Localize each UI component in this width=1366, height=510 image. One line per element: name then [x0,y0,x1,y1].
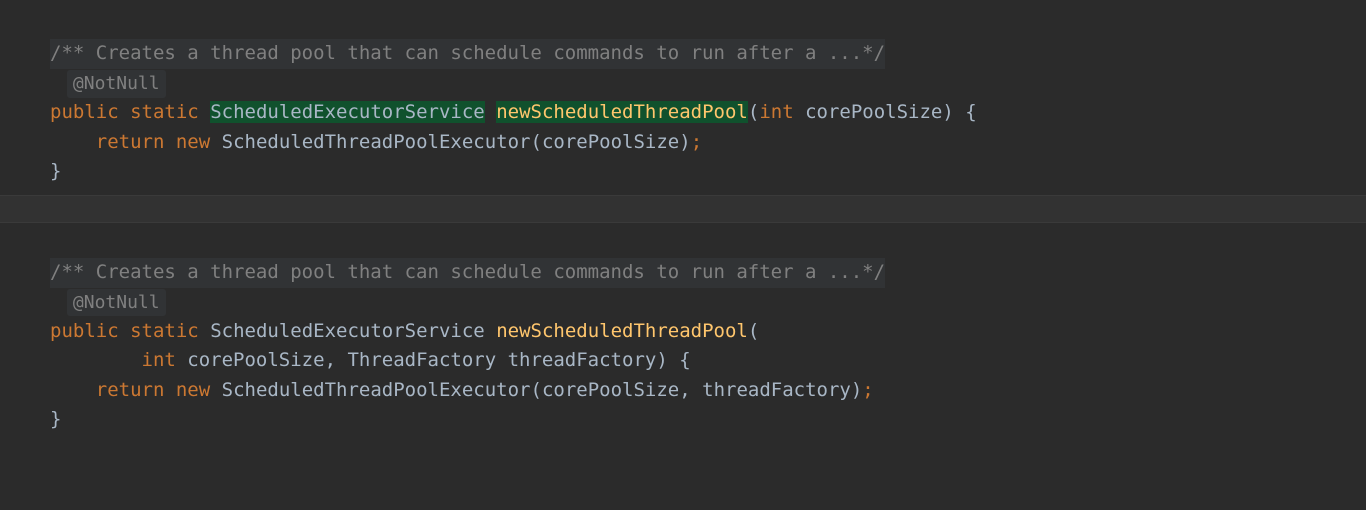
close-brace: } [50,160,61,182]
keyword-return: return [96,131,165,153]
keyword-new: new [176,379,210,401]
annotation-notnull: @NotNull [67,289,166,317]
arg-name: corePoolSize [542,131,679,153]
arg2-name: threadFactory [702,379,851,401]
method-name: newScheduledThreadPool [496,101,748,123]
param2-type: ThreadFactory [347,349,496,371]
keyword-new: new [176,131,210,153]
arg-open: ( [531,131,542,153]
keyword-return: return [96,379,165,401]
arg1-name: corePoolSize [542,379,679,401]
keyword-public: public [50,101,119,123]
lparen: ( [748,320,759,342]
rparen-brace: ) { [942,101,976,123]
method-name: newScheduledThreadPool [496,320,748,342]
param1-name: corePoolSize [176,349,325,371]
rparen-brace: ) { [656,349,690,371]
keyword-static: static [130,320,199,342]
constructor-name: ScheduledThreadPoolExecutor [222,379,531,401]
method-separator [0,195,1366,223]
lparen: ( [748,101,759,123]
semicolon: ; [862,379,873,401]
semicolon: ; [691,131,702,153]
constructor-name: ScheduledThreadPoolExecutor [222,131,531,153]
close-brace: } [50,408,61,430]
arg-close: ) [851,379,862,401]
annotation-notnull: @NotNull [67,70,166,98]
param-name: corePoolSize [794,101,943,123]
comma-arg: , [679,379,702,401]
return-type: ScheduledExecutorService [210,101,485,123]
return-type: ScheduledExecutorService [210,320,485,342]
keyword-static: static [130,101,199,123]
arg-close: ) [679,131,690,153]
param-type-int: int [759,101,793,123]
doc-comment: /** Creates a thread pool that can sched… [50,39,885,68]
comma: , [325,349,348,371]
arg-open: ( [531,379,542,401]
code-editor[interactable]: /** Creates a thread pool that can sched… [0,10,1366,187]
doc-comment: /** Creates a thread pool that can sched… [50,258,885,287]
param2-name: threadFactory [496,349,656,371]
keyword-public: public [50,320,119,342]
param1-type-int: int [142,349,176,371]
code-editor[interactable]: /** Creates a thread pool that can sched… [0,229,1366,435]
